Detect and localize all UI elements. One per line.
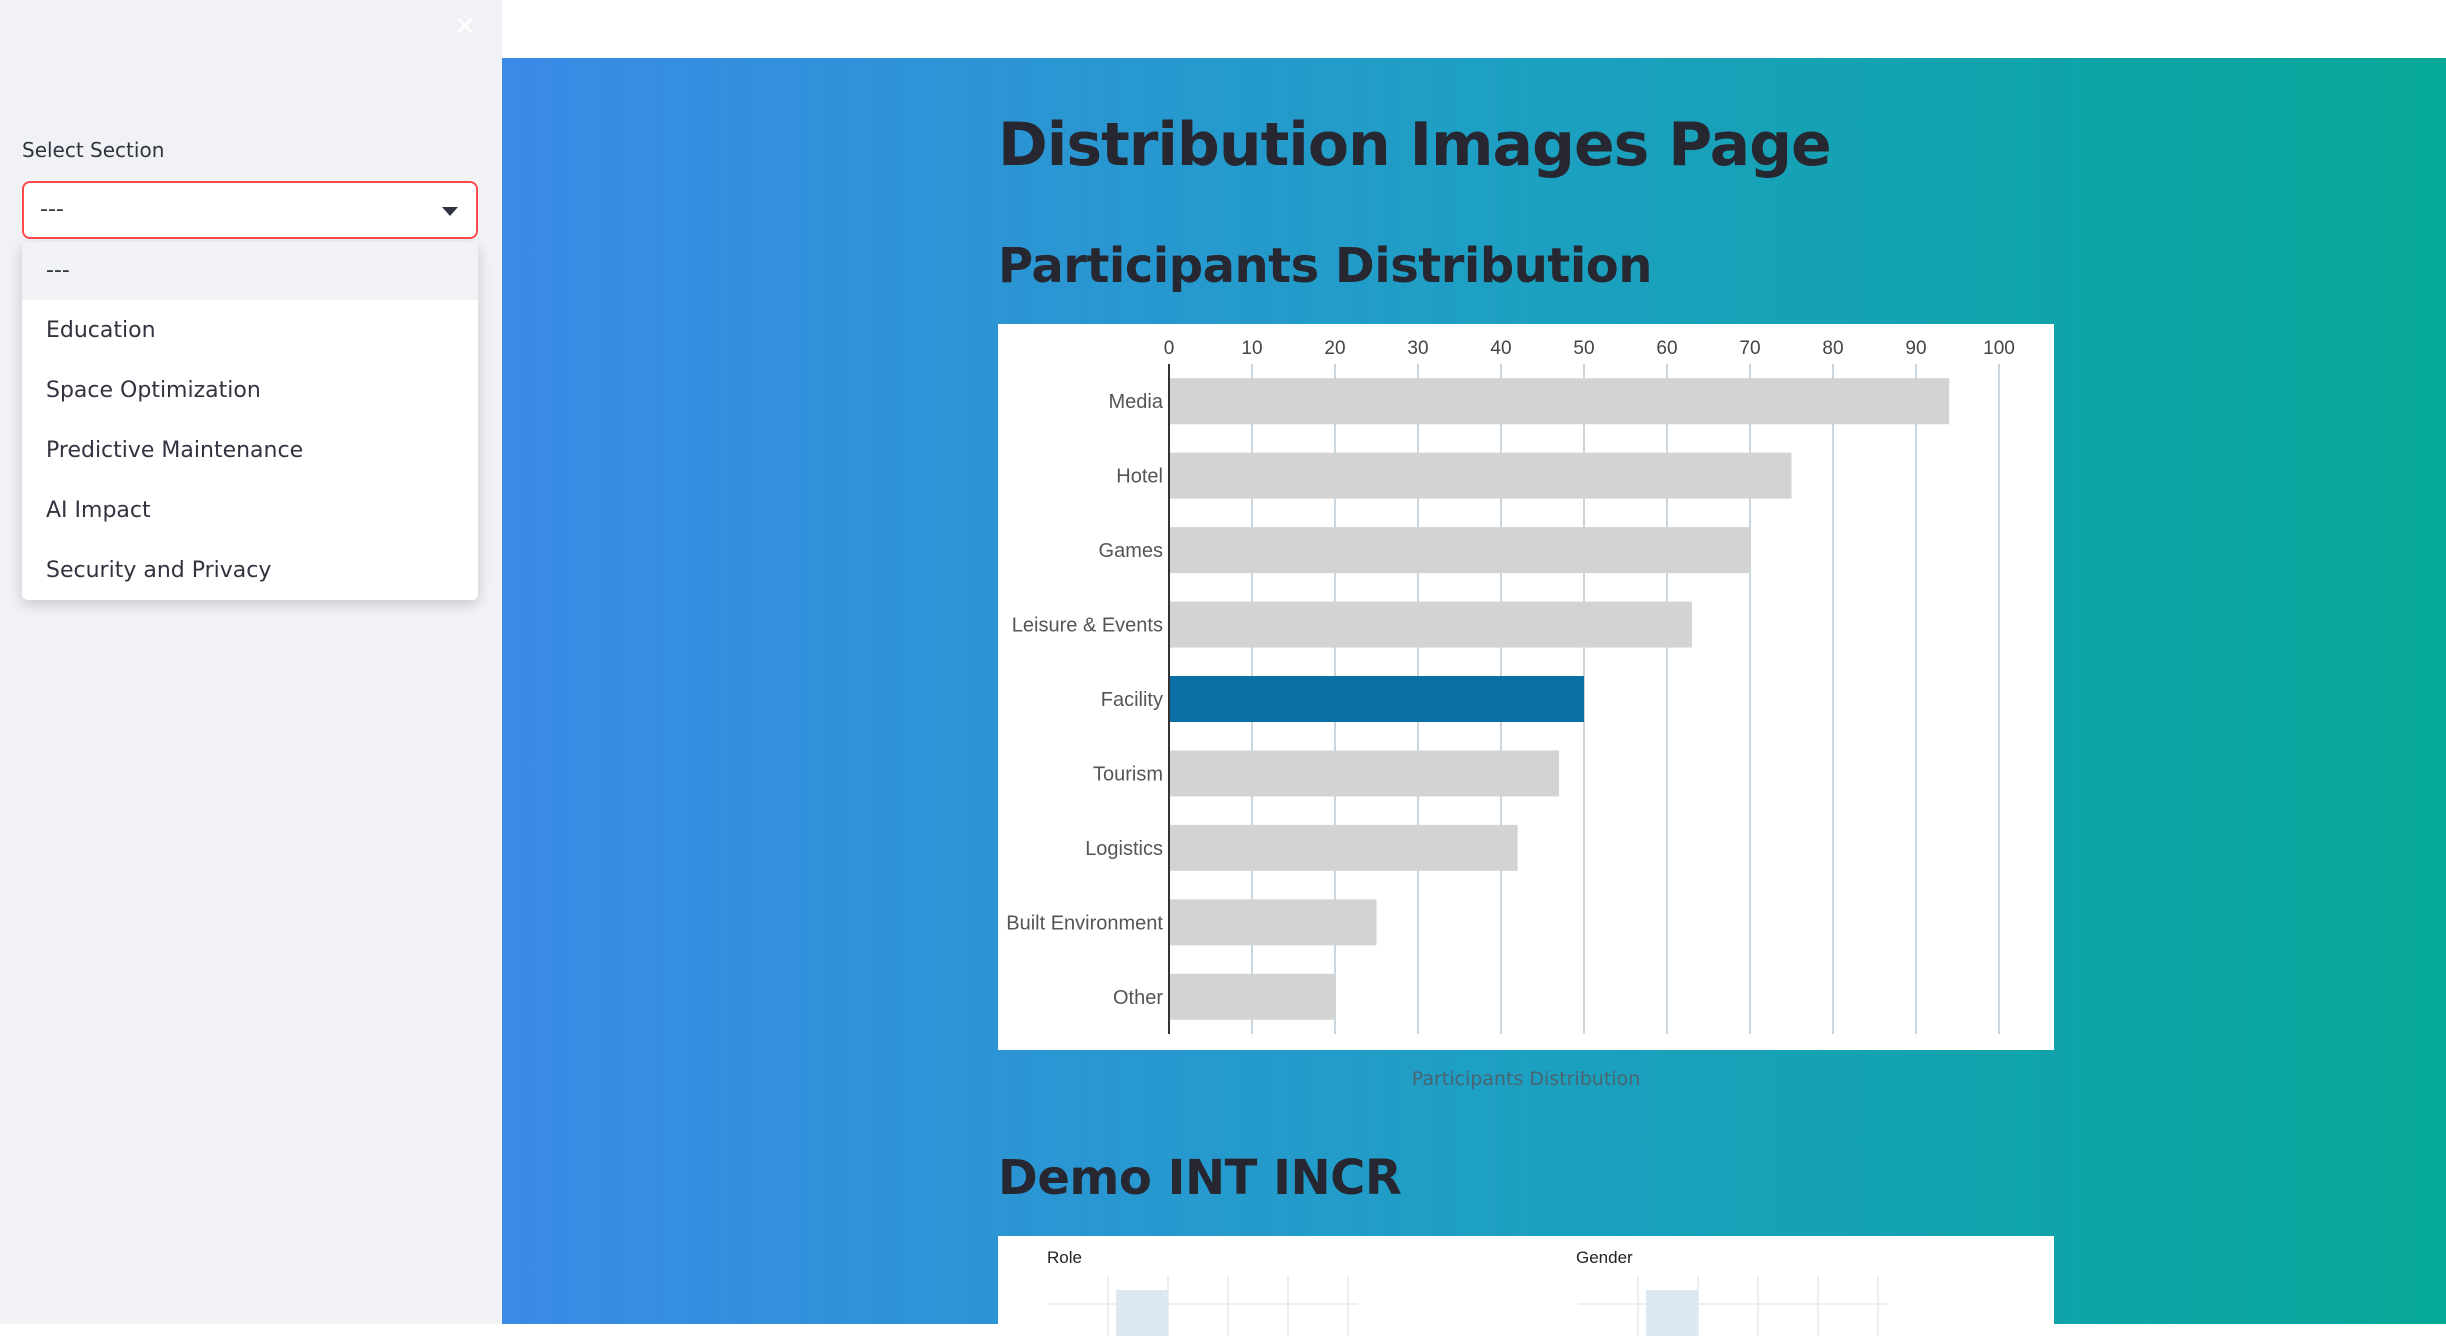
caret-down-icon (442, 207, 458, 216)
section-title-participants: Participants Distribution (998, 238, 1652, 294)
bar (1169, 452, 1792, 499)
category-label: Facility (1101, 689, 1163, 711)
category-label: Built Environment (1006, 912, 1163, 934)
x-tick-label: 30 (1407, 338, 1428, 359)
bar (1169, 973, 1335, 1020)
select-dropdown-menu: --- Education Space Optimization Predict… (22, 242, 478, 600)
option-security-privacy[interactable]: Security and Privacy (22, 542, 478, 600)
bar (1169, 676, 1584, 722)
x-tick-label: 10 (1241, 338, 1262, 359)
header-bar (502, 0, 2446, 58)
option-education[interactable]: Education (22, 302, 478, 360)
select-section-label: Select Section (22, 138, 165, 162)
option-predictive-maintenance[interactable]: Predictive Maintenance (22, 422, 478, 480)
x-tick-label: 50 (1573, 338, 1594, 359)
select-current-value: --- (40, 197, 64, 222)
x-tick-label: 80 (1822, 338, 1843, 359)
x-tick-label: 70 (1739, 338, 1760, 359)
bar (1169, 750, 1560, 797)
main-content: Distribution Images Page Participants Di… (502, 58, 2446, 1336)
participants-bar-chart: 0 10 20 30 40 50 60 70 80 90 100 Media Hotel Games Lei… (1006, 338, 2015, 1034)
category-label: Logistics (1085, 838, 1163, 860)
bar (1169, 601, 1692, 648)
participants-chart-card: 0 10 20 30 40 50 60 70 80 90 100 Media Hotel Games Lei… (998, 324, 2054, 1050)
demo-bar-gender (1646, 1290, 1698, 1336)
demo-chart-card: Role Gender (998, 1236, 2054, 1336)
x-tick-label: 90 (1905, 338, 1926, 359)
demo-bar-role (1116, 1290, 1168, 1336)
x-tick-label: 40 (1490, 338, 1511, 359)
category-label: Media (1109, 391, 1164, 413)
category-label: Tourism (1093, 763, 1163, 785)
category-label: Hotel (1116, 466, 1163, 488)
bar (1169, 527, 1750, 574)
option-ai-impact[interactable]: AI Impact (22, 482, 478, 540)
close-icon[interactable]: ✕ (450, 12, 480, 42)
category-label: Other (1113, 987, 1163, 1009)
page-title: Distribution Images Page (998, 110, 1832, 180)
section-select[interactable]: --- (22, 181, 478, 239)
section-title-demo: Demo INT INCR (998, 1150, 1402, 1206)
chart-caption: Participants Distribution (1411, 1068, 1641, 1090)
option-space-optimization[interactable]: Space Optimization (22, 362, 478, 420)
category-label: Games (1099, 540, 1163, 562)
demo-chart-preview (1048, 1276, 1888, 1336)
bar (1169, 378, 1950, 425)
bar (1169, 824, 1518, 871)
option-placeholder[interactable]: --- (22, 242, 478, 300)
x-tick-label: 20 (1324, 338, 1345, 359)
x-tick-label: 100 (1983, 338, 2015, 359)
sidebar: ✕ Select Section --- --- Education Space… (0, 0, 502, 1324)
bar (1169, 899, 1377, 946)
category-label: Leisure & Events (1012, 615, 1163, 637)
x-tick-label: 0 (1164, 338, 1175, 359)
x-tick-label: 60 (1656, 338, 1677, 359)
